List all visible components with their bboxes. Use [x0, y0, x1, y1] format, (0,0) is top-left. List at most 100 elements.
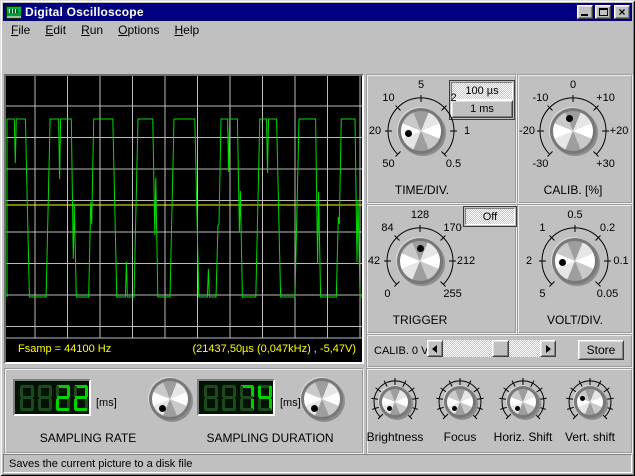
knob-scale-label: 5	[539, 288, 545, 300]
knob-dial[interactable]	[550, 108, 596, 154]
menu-bar: File Edit Run Options Help	[3, 21, 632, 39]
knob-scale-label: 2	[450, 92, 456, 104]
knob-scale-label: 20	[369, 125, 381, 137]
app-icon	[6, 6, 22, 19]
scope-screen[interactable]: Fsamp = 44100 Hz (21437,50µs (0,047kHz) …	[4, 74, 364, 364]
knob-scale-label: 10	[382, 92, 394, 104]
knob-scale-label: 84	[381, 222, 393, 234]
window-title: Digital Oscilloscope	[25, 5, 144, 19]
knob-scale-label: 212	[457, 255, 475, 267]
sampling-rate-knob[interactable]	[144, 373, 196, 425]
knob-scale-label: 255	[443, 288, 461, 300]
volt-div-knob[interactable]: 5 2 1 0.5 0.2 0.1 0.05	[519, 205, 631, 317]
title-bar: Digital Oscilloscope ×	[3, 3, 632, 21]
knob-face	[577, 389, 603, 415]
knob-face	[553, 111, 593, 151]
left-arrow-icon	[432, 345, 437, 353]
knob-indicator-dot	[559, 259, 566, 266]
right-arrow-icon	[546, 345, 551, 353]
knob-scale-label: 2	[526, 255, 532, 267]
scroll-right-button[interactable]	[540, 340, 556, 357]
knob-scale-label: 0.5	[567, 209, 582, 221]
menu-help[interactable]: Help	[174, 23, 199, 37]
minimize-button[interactable]	[577, 5, 593, 19]
vert-shift-knob[interactable]	[554, 366, 626, 438]
knob-dial[interactable]	[574, 386, 606, 418]
knob-indicator-dot	[417, 245, 424, 252]
sampling-duration-label: SAMPLING DURATION	[195, 431, 345, 445]
knob-scale-label: +20	[610, 125, 629, 137]
scrollbar-track[interactable]	[443, 340, 540, 357]
led-digit	[258, 385, 272, 411]
menu-run[interactable]: Run	[81, 23, 103, 37]
scrollbar-thumb[interactable]	[492, 340, 509, 357]
knob-scale-label: 170	[443, 222, 461, 234]
knob-indicator-dot	[566, 115, 573, 122]
knob-scale-label: -30	[533, 158, 549, 170]
knob-dial[interactable]	[507, 386, 539, 418]
calib-scrollbar[interactable]	[427, 340, 556, 357]
horiz-shift-knob[interactable]	[487, 366, 559, 438]
knob-scale-label: -10	[533, 92, 549, 104]
knob-dial[interactable]	[379, 386, 411, 418]
menu-file[interactable]: File	[11, 23, 30, 37]
knob-scale-label: +10	[596, 92, 615, 104]
sampling-duration-knob[interactable]	[296, 373, 348, 425]
knob-face	[510, 389, 536, 415]
led-digit	[56, 385, 70, 411]
rate-unit-label: [ms]	[96, 397, 117, 409]
knob-scale-label: 0.5	[446, 158, 461, 170]
led-digit	[222, 385, 236, 411]
app-window: Digital Oscilloscope × File Edit Run Opt…	[0, 0, 635, 476]
knob-scale-label: 5	[418, 79, 424, 91]
sampling-rate-display	[13, 379, 91, 416]
sampling-rate-label: SAMPLING RATE	[28, 431, 148, 445]
knob-scale-label: -20	[519, 125, 535, 137]
knob-scale-label: 0.1	[613, 255, 628, 267]
knob-scale-label: 0	[570, 79, 576, 91]
knob-scale-label: 0.2	[600, 222, 615, 234]
minimize-icon	[581, 14, 588, 16]
calib-0v-label: CALIB. 0 V	[374, 345, 428, 357]
knob-scale-label: 0	[384, 288, 390, 300]
sampling-duration-display	[197, 379, 275, 416]
trigger-knob[interactable]: 0 42 84 128 170 212 255	[364, 205, 476, 317]
knob-scale-label: 128	[411, 209, 429, 221]
knob-face	[382, 389, 408, 415]
knob-indicator-dot	[405, 130, 412, 137]
status-bar: Saves the current picture to a disk file	[3, 454, 632, 473]
knob-dial[interactable]	[149, 378, 191, 420]
menu-options[interactable]: Options	[118, 23, 159, 37]
maximize-icon	[599, 8, 608, 16]
maximize-button[interactable]	[595, 5, 611, 19]
knob-dial[interactable]	[444, 386, 476, 418]
toolbar	[3, 39, 632, 74]
brightness-knob[interactable]	[359, 366, 431, 438]
led-digit	[74, 385, 88, 411]
menu-edit[interactable]: Edit	[45, 23, 66, 37]
knob-dial[interactable]	[301, 378, 343, 420]
focus-knob[interactable]	[424, 366, 496, 438]
knob-indicator-dot	[311, 405, 318, 412]
time-div-knob[interactable]: 50 20 10 5 2 1 0.5	[365, 75, 477, 187]
knob-face	[447, 389, 473, 415]
knob-face	[152, 381, 188, 417]
knob-indicator-dot	[159, 405, 166, 412]
knob-scale-label: 0.05	[597, 288, 618, 300]
close-button[interactable]: ×	[614, 5, 630, 19]
led-digit	[20, 385, 34, 411]
close-icon: ×	[615, 6, 629, 18]
calib-knob[interactable]: -30-20-100+10+20+30	[517, 75, 629, 187]
store-button[interactable]: Store	[578, 340, 624, 360]
knob-scale-label: 1	[539, 222, 545, 234]
cursor-readout: (21437,50µs (0,047kHz) , -5,47V)	[193, 343, 356, 355]
knob-scale-label: 50	[382, 158, 394, 170]
scroll-left-button[interactable]	[427, 340, 443, 357]
status-text: Saves the current picture to a disk file	[9, 458, 192, 470]
led-digit	[204, 385, 218, 411]
scope-grid	[6, 76, 362, 362]
led-digit	[240, 385, 254, 411]
fsamp-readout: Fsamp = 44100 Hz	[18, 343, 111, 355]
knob-scale-label: 42	[368, 255, 380, 267]
knob-scale-label: 1	[464, 125, 470, 137]
